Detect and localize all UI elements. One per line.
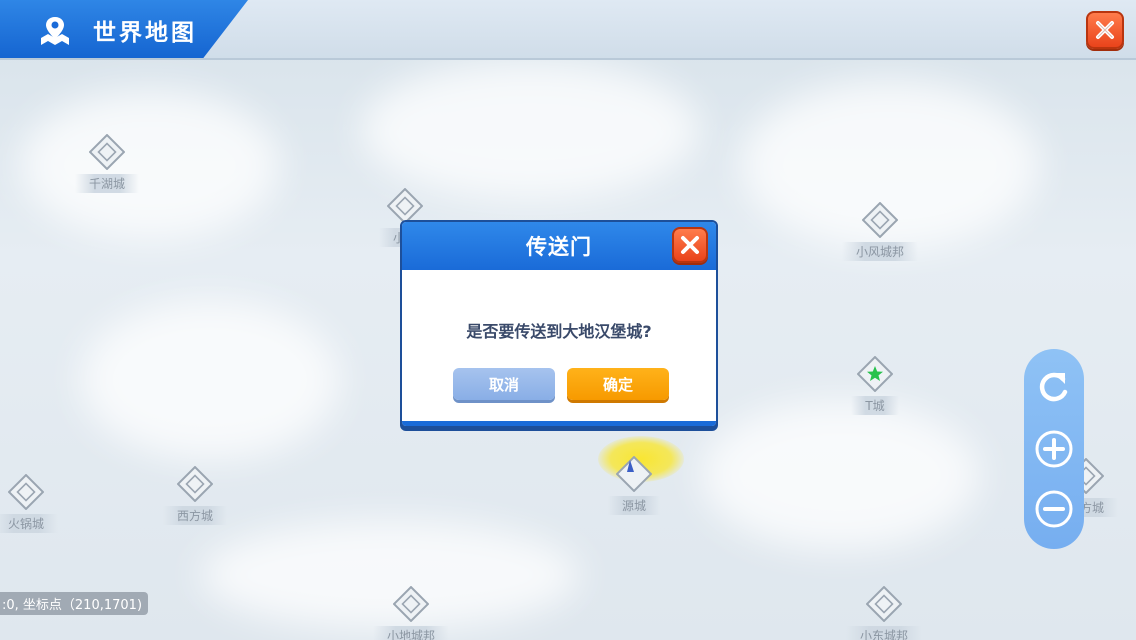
portal-diamond-icon [865,585,903,623]
map-marker[interactable]: 小东城邦 [839,585,929,640]
confirm-button[interactable]: 确定 [567,368,669,400]
portal-diamond-icon [615,455,653,493]
map-marker[interactable]: 小地城邦 [366,585,456,640]
cloud [700,400,980,550]
close-icon [681,236,699,254]
map-marker-current[interactable]: 源城 [589,455,679,515]
cloud [360,60,700,200]
marker-label: 千湖城 [74,174,139,193]
map-marker[interactable]: T城 [830,355,920,415]
dialog-header: 传送门 [402,222,716,270]
map-marker[interactable]: 千湖城 [62,133,152,193]
map-pin-icon [38,14,72,48]
page-title: 世界地图 [93,20,197,46]
portal-diamond-icon [7,473,45,511]
marker-label: 源城 [607,496,660,515]
cloud [80,300,340,460]
refresh-icon [1039,372,1068,402]
marker-label: 火锅城 [0,514,58,533]
zoom-out-icon [1035,490,1073,528]
coordinate-readout: :0, 坐标点（210,1701) [0,592,149,615]
cancel-button[interactable]: 取消 [453,368,555,400]
close-icon [1096,21,1114,39]
dialog-close-button[interactable] [672,227,708,263]
top-bar: 世界地图 [0,0,1136,60]
reset-view-button[interactable] [1034,367,1074,407]
marker-label: 小地城邦 [372,626,449,640]
portal-diamond-icon [176,465,214,503]
portal-diamond-icon [861,201,899,239]
map-marker[interactable]: 小风城邦 [835,201,925,261]
zoom-in-button[interactable] [1034,429,1074,469]
portal-diamond-icon [386,187,424,225]
map-control-bar [1024,349,1084,549]
portal-diamond-icon [392,585,430,623]
dialog-footer [402,421,716,426]
portal-diamond-icon [88,133,126,171]
marker-label: 小东城邦 [845,626,922,640]
portal-diamond-icon [856,355,894,393]
zoom-out-button[interactable] [1034,489,1074,529]
map-marker[interactable]: 火锅城 [0,473,71,533]
marker-label: 西方城 [162,506,227,525]
close-map-button[interactable] [1086,11,1124,49]
zoom-in-icon [1035,430,1073,468]
map-marker[interactable]: 西方城 [150,465,240,525]
teleport-dialog: 传送门 是否要传送到大地汉堡城? 取消 确定 [400,220,718,428]
dialog-title: 传送门 [526,235,592,259]
dialog-message: 是否要传送到大地汉堡城? [466,322,652,341]
marker-label: 小风城邦 [841,242,918,261]
marker-label: T城 [851,396,899,415]
